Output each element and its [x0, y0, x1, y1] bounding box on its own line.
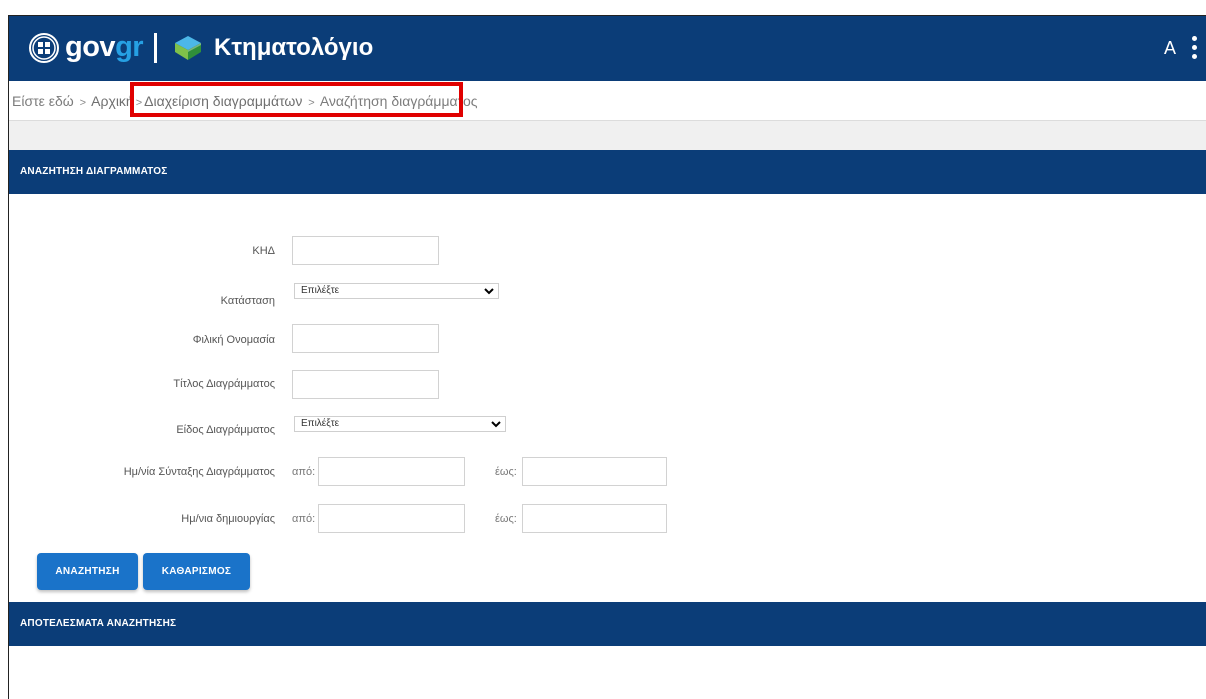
breadcrumb-separator: >	[135, 97, 143, 109]
govgr-logo[interactable]: govgr	[65, 29, 144, 65]
user-avatar[interactable]: A	[1164, 36, 1176, 60]
breadcrumb-lead: Είστε εδώ	[12, 93, 74, 109]
status-selected-value: Επιλέξτε	[301, 285, 340, 296]
creation-date-from-input[interactable]	[318, 504, 465, 533]
breadcrumb-current-page: Αναζήτηση διαγράμματος	[319, 93, 478, 109]
results-section-header: ΑΠΟΤΕΛΕΣΜΑΤΑ ΑΝΑΖΗΤΗΣΗΣ	[9, 602, 1206, 646]
friendly-name-label: Φιλική Ονομασία	[192, 334, 275, 346]
khd-label: ΚΗΔ	[252, 245, 275, 257]
app-window: govgr Κτηματολόγιο A Είστε εδώ > Αρχική >…	[8, 15, 1206, 699]
compile-date-label: Ημ/νία Σύνταξης Διαγράμματος	[123, 466, 275, 478]
clear-button[interactable]: ΚΑΘΑΡΙΣΜΟΣ	[143, 553, 250, 590]
diagram-type-selected-value: Επιλέξτε	[301, 418, 340, 429]
ktimatologio-logo-icon	[175, 36, 201, 60]
compile-date-from-input[interactable]	[318, 457, 465, 486]
top-navigation-bar: govgr Κτηματολόγιο A	[9, 16, 1206, 81]
status-select[interactable]: Επιλέξτε	[294, 283, 499, 299]
creation-date-label: Ημ/νια δημιουργίας	[181, 513, 275, 525]
breadcrumb-diagram-management-link[interactable]: Διαχείριση διαγραμμάτων	[144, 93, 302, 109]
search-form: ΚΗΔ Κατάσταση Επιλέξτε Φιλική Ονομασία Τ…	[9, 194, 1206, 602]
compile-date-to-input[interactable]	[522, 457, 667, 486]
greek-emblem-icon	[29, 33, 59, 63]
friendly-name-input[interactable]	[292, 324, 439, 353]
creation-date-to-label: έως:	[495, 513, 517, 525]
diagram-type-select[interactable]: Επιλέξτε	[294, 416, 506, 432]
diagram-title-label: Τίτλος Διαγράμματος	[173, 378, 275, 390]
diagram-title-input[interactable]	[292, 370, 439, 399]
khd-input[interactable]	[292, 236, 439, 265]
breadcrumb: Είστε εδώ > Αρχική > Διαχείριση διαγραμμάτ…	[9, 81, 1206, 121]
search-button[interactable]: ΑΝΑΖΗΤΗΣΗ	[37, 553, 138, 590]
more-options-icon[interactable]	[1191, 36, 1199, 62]
search-section-header: ΑΝΑΖΗΤΗΣΗ ΔΙΑΓΡΑΜΜΑΤΟΣ	[9, 150, 1206, 194]
compile-date-from-label: από:	[292, 466, 316, 478]
status-label: Κατάσταση	[220, 295, 275, 307]
compile-date-to-label: έως:	[495, 466, 517, 478]
results-area	[9, 646, 1206, 699]
chevron-down-icon	[484, 288, 494, 295]
breadcrumb-separator: >	[308, 97, 315, 109]
logo-divider	[154, 33, 157, 63]
diagram-type-label: Είδος Διαγράμματος	[176, 424, 275, 436]
creation-date-to-input[interactable]	[522, 504, 667, 533]
breadcrumb-home-link[interactable]: Αρχική	[91, 93, 134, 109]
app-title[interactable]: Κτηματολόγιο	[214, 32, 373, 64]
chevron-down-icon	[491, 421, 501, 428]
breadcrumb-separator: >	[79, 97, 87, 109]
creation-date-from-label: από:	[292, 513, 316, 525]
